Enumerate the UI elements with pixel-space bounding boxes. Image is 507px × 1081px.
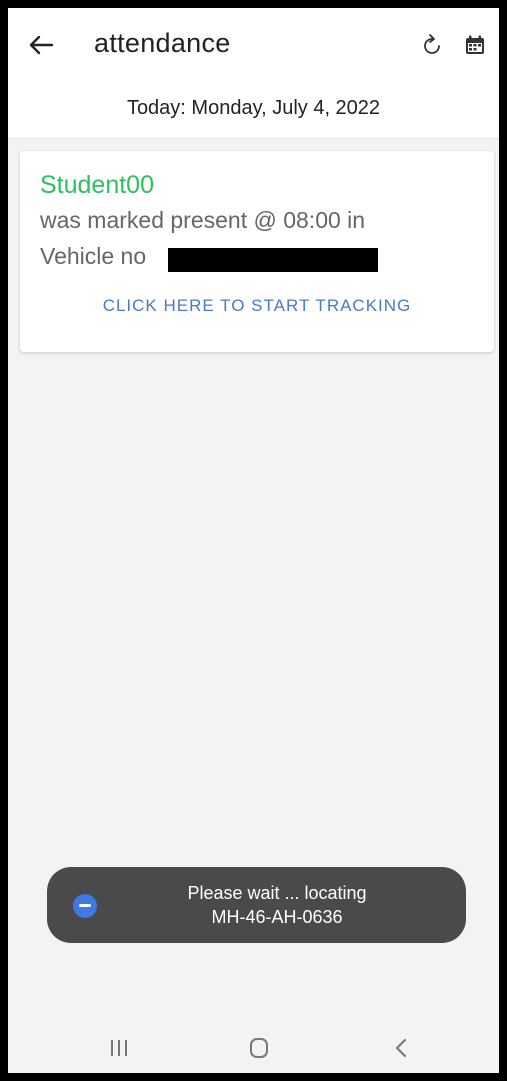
back-arrow-icon[interactable] <box>28 32 54 58</box>
attendance-card: Student00 was marked present @ 08:00 in … <box>20 151 494 352</box>
toast-line-2: MH-46-AH-0636 <box>211 907 343 927</box>
attendance-status-text: was marked present @ 08:00 in <box>40 207 366 233</box>
app-bar: attendance <box>8 8 499 82</box>
page-title: attendance <box>94 28 231 58</box>
toast-message: Please wait ... locating MH-46-AH-0636 <box>47 867 466 943</box>
toast-line-1: Please wait ... locating <box>187 883 367 903</box>
recents-icon[interactable] <box>108 1039 130 1057</box>
date-label: Today: Monday, July 4, 2022 <box>8 82 499 139</box>
app-icon <box>73 894 97 918</box>
home-icon[interactable] <box>249 1037 269 1059</box>
start-tracking-button[interactable]: CLICK HERE TO START TRACKING <box>20 289 494 323</box>
calendar-icon[interactable] <box>464 34 486 56</box>
toast-text: Please wait ... locating MH-46-AH-0636 <box>107 881 447 929</box>
vehicle-number-redacted <box>168 248 378 272</box>
phone-screen: attendance Today: Monday, July 4, 2022 S… <box>8 8 499 1073</box>
student-name: Student00 <box>40 171 154 199</box>
vehicle-label: Vehicle no <box>40 243 147 269</box>
back-nav-icon[interactable] <box>393 1037 409 1059</box>
refresh-icon[interactable] <box>420 33 444 57</box>
